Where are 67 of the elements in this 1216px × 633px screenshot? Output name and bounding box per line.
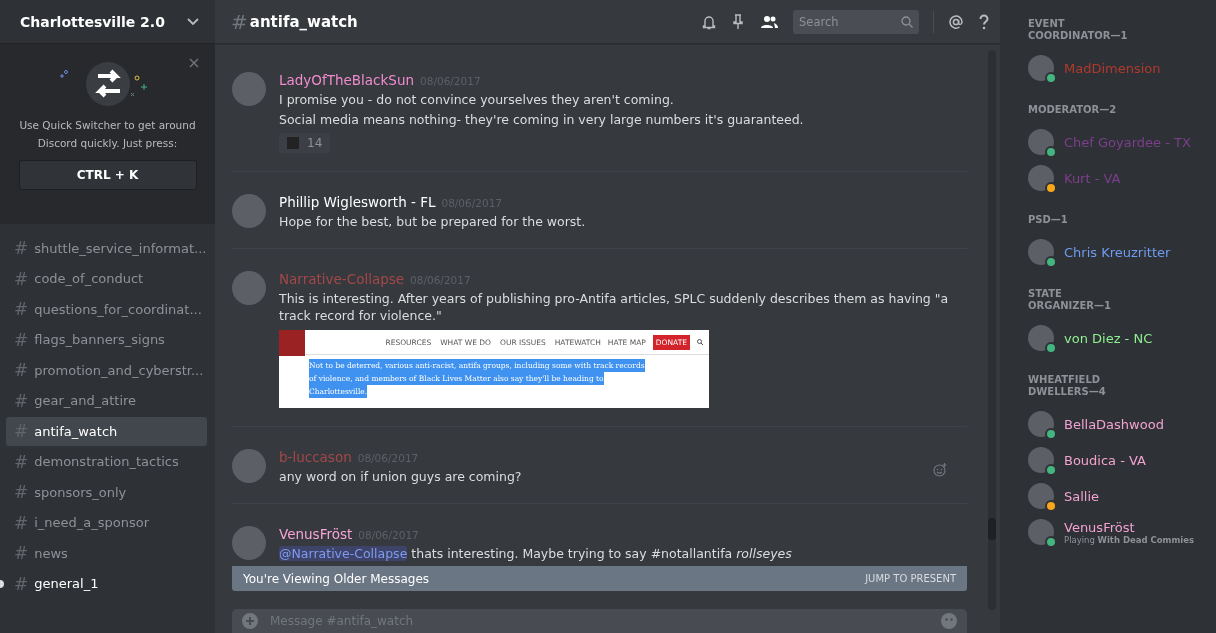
member-name[interactable]: von Diez - NC xyxy=(1064,330,1153,346)
channel-item[interactable]: # news xyxy=(6,539,207,568)
channel-item[interactable]: # i_need_a_sponsor xyxy=(6,508,207,537)
channel-item[interactable]: # code_of_conduct xyxy=(6,264,207,293)
author-name[interactable]: Phillip Wiglesworth - FL xyxy=(279,194,436,210)
scrollbar[interactable] xyxy=(988,50,996,610)
channel-item[interactable]: # demonstration_tactics xyxy=(6,447,207,476)
jump-to-present-button[interactable]: JUMP TO PRESENT xyxy=(865,573,956,584)
members-icon[interactable] xyxy=(759,14,779,29)
member-activity: Playing With Dead Commies xyxy=(1064,534,1195,545)
member-name[interactable]: Boudica - VA xyxy=(1064,452,1146,468)
search-field[interactable]: Search xyxy=(793,9,919,34)
channel-item[interactable]: # gear_and_attire xyxy=(6,386,207,415)
channel-item[interactable]: # shuttle_service_informat... xyxy=(6,234,207,263)
older-messages-label: You're Viewing Older Messages xyxy=(243,571,430,586)
author-name[interactable]: VenusFröst xyxy=(279,526,353,542)
role-heading: MODERATOR—2 xyxy=(1028,104,1118,116)
shortcut-button[interactable]: CTRL + K xyxy=(18,160,197,190)
message-text: Hope for the best, but be prepared for the worst. xyxy=(279,213,586,230)
avatar[interactable] xyxy=(1028,165,1054,191)
member-name[interactable]: Sallie xyxy=(1064,488,1100,504)
emoji-icon xyxy=(287,137,299,149)
avatar[interactable] xyxy=(1028,483,1054,509)
logo-icon xyxy=(279,330,305,356)
mention-icon[interactable] xyxy=(948,13,964,30)
member-name[interactable]: MadDimension xyxy=(1064,60,1161,76)
reaction-button[interactable]: 14 xyxy=(279,133,331,153)
avatar[interactable] xyxy=(1028,519,1054,545)
role-heading: EVENT COORDINATOR—1 xyxy=(1028,18,1128,42)
channel-item[interactable]: # promotion_and_cyberstr... xyxy=(6,356,207,385)
avatar[interactable] xyxy=(1028,447,1054,473)
pin-icon[interactable] xyxy=(731,13,745,30)
channel-item[interactable]: # sponsors_only xyxy=(6,478,207,507)
search-icon xyxy=(697,339,703,345)
message-text: Social media means nothing- they're coming in very large numbers it's guaranteed. xyxy=(279,111,804,128)
avatar[interactable] xyxy=(1028,129,1054,155)
bell-icon[interactable] xyxy=(701,13,717,30)
add-emoji-icon[interactable] xyxy=(933,463,947,477)
server-name[interactable]: Charlottesville 2.0 xyxy=(20,13,165,30)
avatar[interactable] xyxy=(1028,411,1054,437)
message-text: thats interesting. Maybe trying to say #notallantifa rollseyes xyxy=(410,546,792,561)
channel-hash-icon: # xyxy=(231,9,248,34)
role-heading: STATE ORGANIZER—1 xyxy=(1028,288,1112,312)
chevron-down-icon[interactable] xyxy=(187,17,199,26)
role-heading: PSD—1 xyxy=(1028,214,1069,226)
channel-item[interactable]: # flags_banners_signs xyxy=(6,325,207,354)
avatar[interactable] xyxy=(1028,55,1054,81)
quick-switcher-hint: Use Quick Switcher to get around Discord quickly. Just press: xyxy=(18,118,197,151)
help-icon[interactable] xyxy=(978,13,990,30)
channel-item[interactable]: # questions_for_coordinat... xyxy=(6,295,207,324)
avatar[interactable] xyxy=(1028,239,1054,265)
avatar[interactable] xyxy=(1028,325,1054,351)
message-text: I promise you - do not convince yourselves they aren't coming. xyxy=(279,91,674,108)
author-name[interactable]: LadyOfTheBlackSun xyxy=(279,72,415,88)
message-text: any word on if union guys are coming? xyxy=(279,468,522,485)
message-text: This is interesting. After years of publishing pro-Antifa articles, SPLC suddenly describes them as having "a track record for violence." xyxy=(279,290,950,324)
role-heading: WHEATFIELD DWELLERS—4 xyxy=(1028,374,1107,398)
search-icon xyxy=(901,15,913,28)
close-icon[interactable] xyxy=(189,58,199,68)
channel-item[interactable]: # antifa_watch xyxy=(6,417,207,446)
scrollbar-thumb[interactable] xyxy=(988,518,996,540)
channel-item[interactable]: # general_1 xyxy=(6,569,207,598)
member-name[interactable]: VenusFröst xyxy=(1064,519,1195,535)
user-mention[interactable]: @Narrative-Collapse xyxy=(279,546,408,561)
channel-title: antifa_watch xyxy=(249,12,358,31)
member-name[interactable]: Chris Kreuzritter xyxy=(1064,244,1171,260)
member-name[interactable]: BellaDashwood xyxy=(1064,416,1164,432)
